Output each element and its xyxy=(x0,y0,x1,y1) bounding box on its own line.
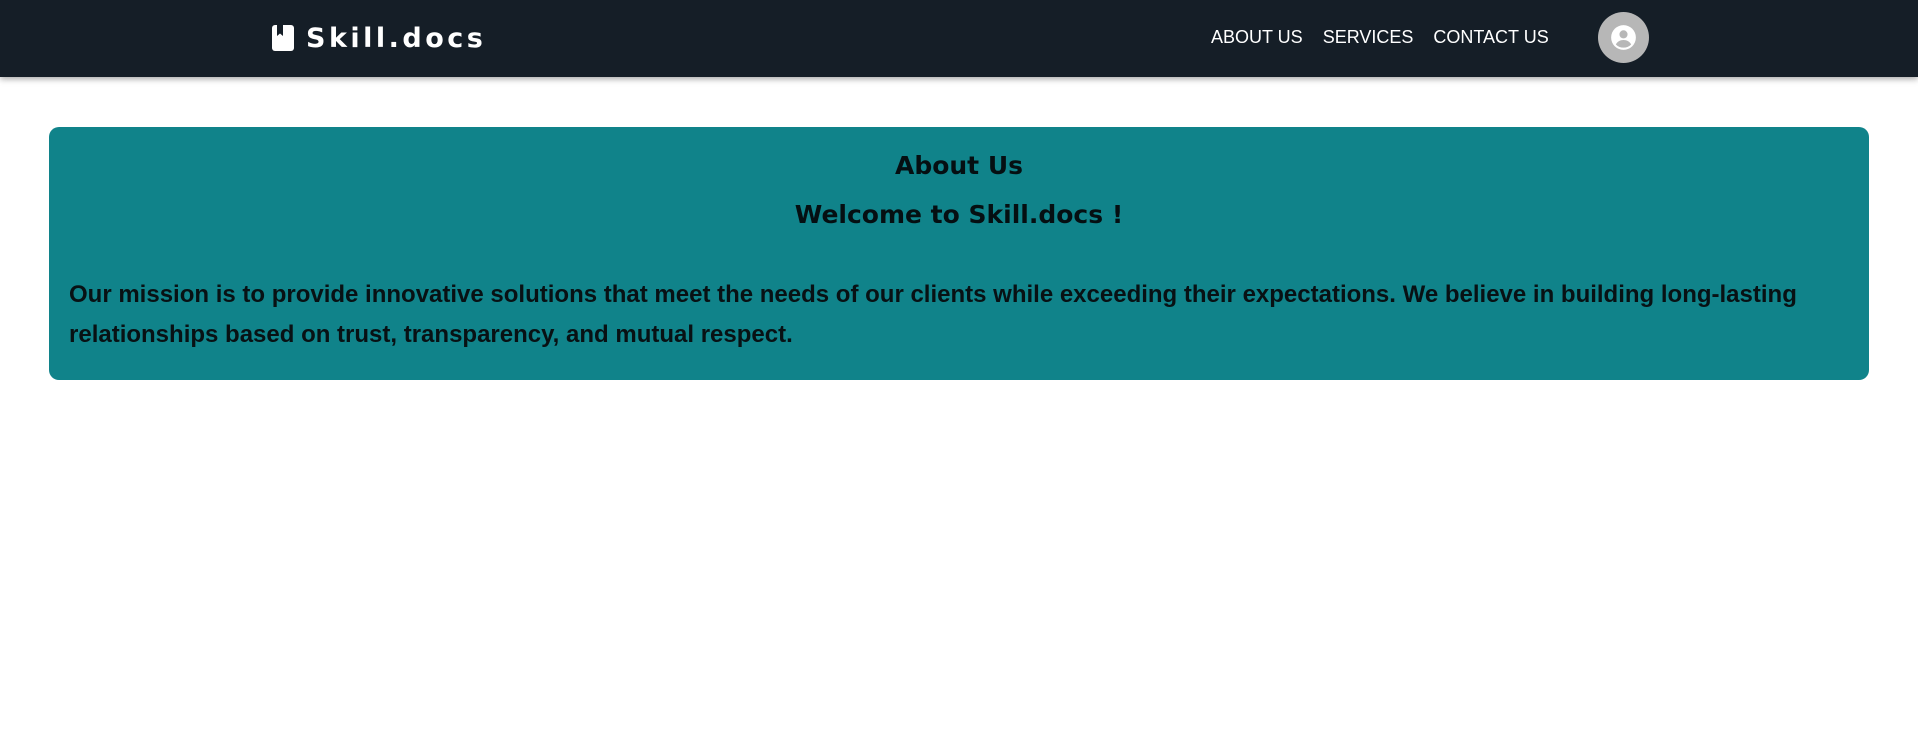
book-bookmark-icon xyxy=(272,25,294,51)
nav-link-services[interactable]: SERVICES xyxy=(1323,26,1414,48)
main-nav: ABOUT US SERVICES CONTACT US xyxy=(1211,26,1569,48)
about-us-card: About Us Welcome to Skill.docs ! Our mis… xyxy=(49,127,1869,380)
about-us-heading: About Us xyxy=(894,151,1024,180)
welcome-heading: Welcome to Skill.docs ! xyxy=(794,200,1124,229)
nav-link-about-us[interactable]: ABOUT US xyxy=(1211,26,1303,48)
top-navbar: Skill.docs ABOUT US SERVICES CONTACT US xyxy=(0,0,1918,77)
user-circle-icon xyxy=(1611,25,1636,50)
brand-name: Skill.docs xyxy=(306,22,487,54)
brand-logo-link[interactable]: Skill.docs xyxy=(272,18,486,58)
nav-link-contact-us[interactable]: CONTACT US xyxy=(1433,26,1548,48)
user-avatar-button[interactable] xyxy=(1598,12,1649,63)
mission-statement: Our mission is to provide innovative sol… xyxy=(69,281,1797,348)
